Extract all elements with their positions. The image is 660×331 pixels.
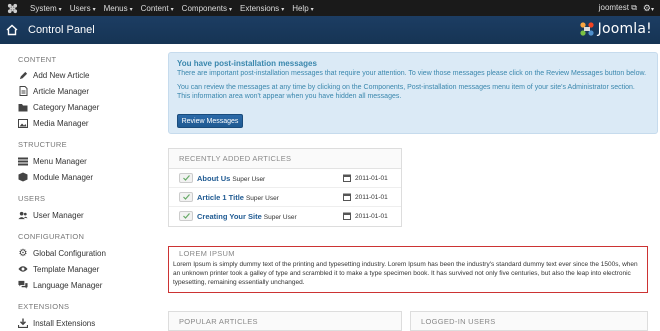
article-date: 2011-01-01 — [355, 193, 388, 201]
joomla-logo-icon[interactable] — [6, 2, 18, 14]
message-title: You have post-installation messages — [177, 59, 317, 68]
image-icon — [18, 118, 28, 128]
sidebar-item-add-new-article[interactable]: Add New Article — [18, 70, 89, 80]
article-author: Super User — [245, 194, 279, 202]
sidebar-item-label: Article Manager — [33, 86, 90, 96]
brand-name: Joomla! — [597, 21, 652, 37]
article-link[interactable]: Article 1 Title Super User — [197, 193, 279, 202]
sidebar-item-label: User Manager — [33, 210, 84, 220]
folder-icon — [18, 102, 28, 112]
users-icon — [18, 210, 28, 220]
sidebar-item-media-manager[interactable]: Media Manager — [18, 118, 89, 128]
sidebar-item-label: Global Configuration — [33, 248, 106, 258]
joomla-brand: Joomla! — [579, 21, 652, 37]
recent-articles-panel: RECENTLY ADDED ARTICLES About Us Super Us… — [168, 148, 402, 227]
menu-components[interactable]: Components ▾ — [182, 4, 232, 13]
pencil-icon — [18, 70, 28, 80]
eye-icon — [18, 264, 28, 274]
table-row: Article 1 Title Super User 2011-01-01 — [169, 188, 401, 207]
menu-users[interactable]: Users ▾ — [70, 4, 96, 13]
lorem-ipsum-module: LOREM IPSUM Lorem Ipsum is simply dummy … — [168, 246, 648, 293]
sidebar-item-menu-manager[interactable]: Menu Manager — [18, 156, 87, 166]
caret-down-icon: ▾ — [310, 6, 314, 13]
sidebar-item-label: Language Manager — [33, 280, 103, 290]
sidebar-item-article-manager[interactable]: Article Manager — [18, 86, 89, 96]
review-messages-button[interactable]: Review Messages — [177, 114, 243, 128]
caret-down-icon: ▾ — [92, 6, 96, 13]
message-text: There are important post-installation me… — [177, 70, 647, 77]
external-link-icon: ⧉ — [631, 3, 637, 12]
menu-help[interactable]: Help ▾ — [292, 4, 313, 13]
menu-system[interactable]: System ▾ — [30, 4, 62, 13]
sidebar-item-user-manager[interactable]: User Manager — [18, 210, 84, 220]
sidebar: CONTENT Add New Article Article Manager … — [0, 44, 160, 331]
comments-icon — [18, 280, 28, 290]
sidebar-item-label: Install Extensions — [33, 318, 96, 328]
caret-down-icon: ▾ — [281, 6, 285, 13]
sidebar-section-structure: STRUCTURE — [18, 140, 67, 149]
sidebar-item-language-manager[interactable]: Language Manager — [18, 280, 102, 290]
caret-down-icon: ▾ — [170, 6, 174, 13]
check-icon[interactable] — [179, 211, 193, 221]
page-header: Control Panel Joomla! — [0, 16, 660, 44]
page-title: Control Panel — [28, 24, 95, 36]
logged-in-users-panel: LOGGED-IN USERS — [410, 311, 648, 331]
sidebar-item-label: Template Manager — [33, 264, 100, 274]
menu-extensions[interactable]: Extensions ▾ — [240, 4, 284, 13]
panel-heading: RECENTLY ADDED ARTICLES — [169, 149, 401, 169]
sidebar-item-label: Media Manager — [33, 118, 89, 128]
sidebar-item-template-manager[interactable]: Template Manager — [18, 264, 99, 274]
article-link[interactable]: Creating Your Site Super User — [197, 212, 297, 221]
cube-icon — [18, 172, 28, 182]
article-link[interactable]: About Us Super User — [197, 174, 265, 183]
sidebar-section-users: USERS — [18, 194, 46, 203]
module-text: Lorem Ipsum is simply dummy text of the … — [173, 261, 638, 286]
caret-down-icon: ▾ — [229, 6, 233, 13]
popular-articles-panel: POPULAR ARTICLES — [168, 311, 402, 331]
sidebar-item-category-manager[interactable]: Category Manager — [18, 102, 99, 112]
calendar-icon — [343, 193, 351, 201]
menu-menus[interactable]: Menus ▾ — [104, 4, 133, 13]
calendar-icon — [343, 174, 351, 182]
sidebar-item-install-extensions[interactable]: Install Extensions — [18, 318, 95, 328]
download-icon — [18, 318, 28, 328]
check-icon[interactable] — [179, 192, 193, 202]
site-link[interactable]: joomtest ⧉ — [599, 3, 637, 13]
caret-down-icon: ▾ — [58, 6, 62, 13]
caret-down-icon: ▾ — [129, 6, 133, 13]
sidebar-item-module-manager[interactable]: Module Manager — [18, 172, 93, 182]
sidebar-section-configuration: CONFIGURATION — [18, 232, 85, 241]
sidebar-section-content: CONTENT — [18, 55, 57, 64]
menu-content[interactable]: Content ▾ — [141, 4, 174, 13]
sidebar-item-global-configuration[interactable]: ⚙ Global Configuration — [18, 247, 106, 259]
check-icon[interactable] — [179, 173, 193, 183]
settings-gear-icon[interactable]: ⚙▾ — [643, 3, 654, 14]
sidebar-section-extensions: EXTENSIONS — [18, 302, 70, 311]
article-author: Super User — [232, 175, 266, 183]
list-icon — [18, 156, 28, 166]
sidebar-item-label: Module Manager — [33, 172, 94, 182]
cog-icon: ⚙ — [18, 247, 28, 259]
post-install-message: You have post-installation messages Ther… — [168, 52, 658, 134]
sidebar-item-label: Menu Manager — [33, 156, 87, 166]
sidebar-item-label: Category Manager — [33, 102, 100, 112]
table-row: Creating Your Site Super User 2011-01-01 — [169, 207, 401, 226]
sidebar-item-label: Add New Article — [33, 70, 90, 80]
top-menu-bar: System ▾ Users ▾ Menus ▾ Content ▾ Component… — [0, 0, 660, 16]
joomla-brand-icon — [580, 22, 594, 36]
home-icon — [6, 24, 18, 36]
message-text-secondary: You can review the messages at any time … — [177, 84, 635, 100]
module-title: LOREM IPSUM — [179, 249, 235, 258]
calendar-icon — [343, 212, 351, 220]
file-icon — [18, 86, 28, 96]
table-row: About Us Super User 2011-01-01 — [169, 169, 401, 188]
article-date: 2011-01-01 — [355, 213, 388, 220]
article-author: Super User — [263, 214, 297, 221]
article-date: 2011-01-01 — [355, 174, 388, 182]
